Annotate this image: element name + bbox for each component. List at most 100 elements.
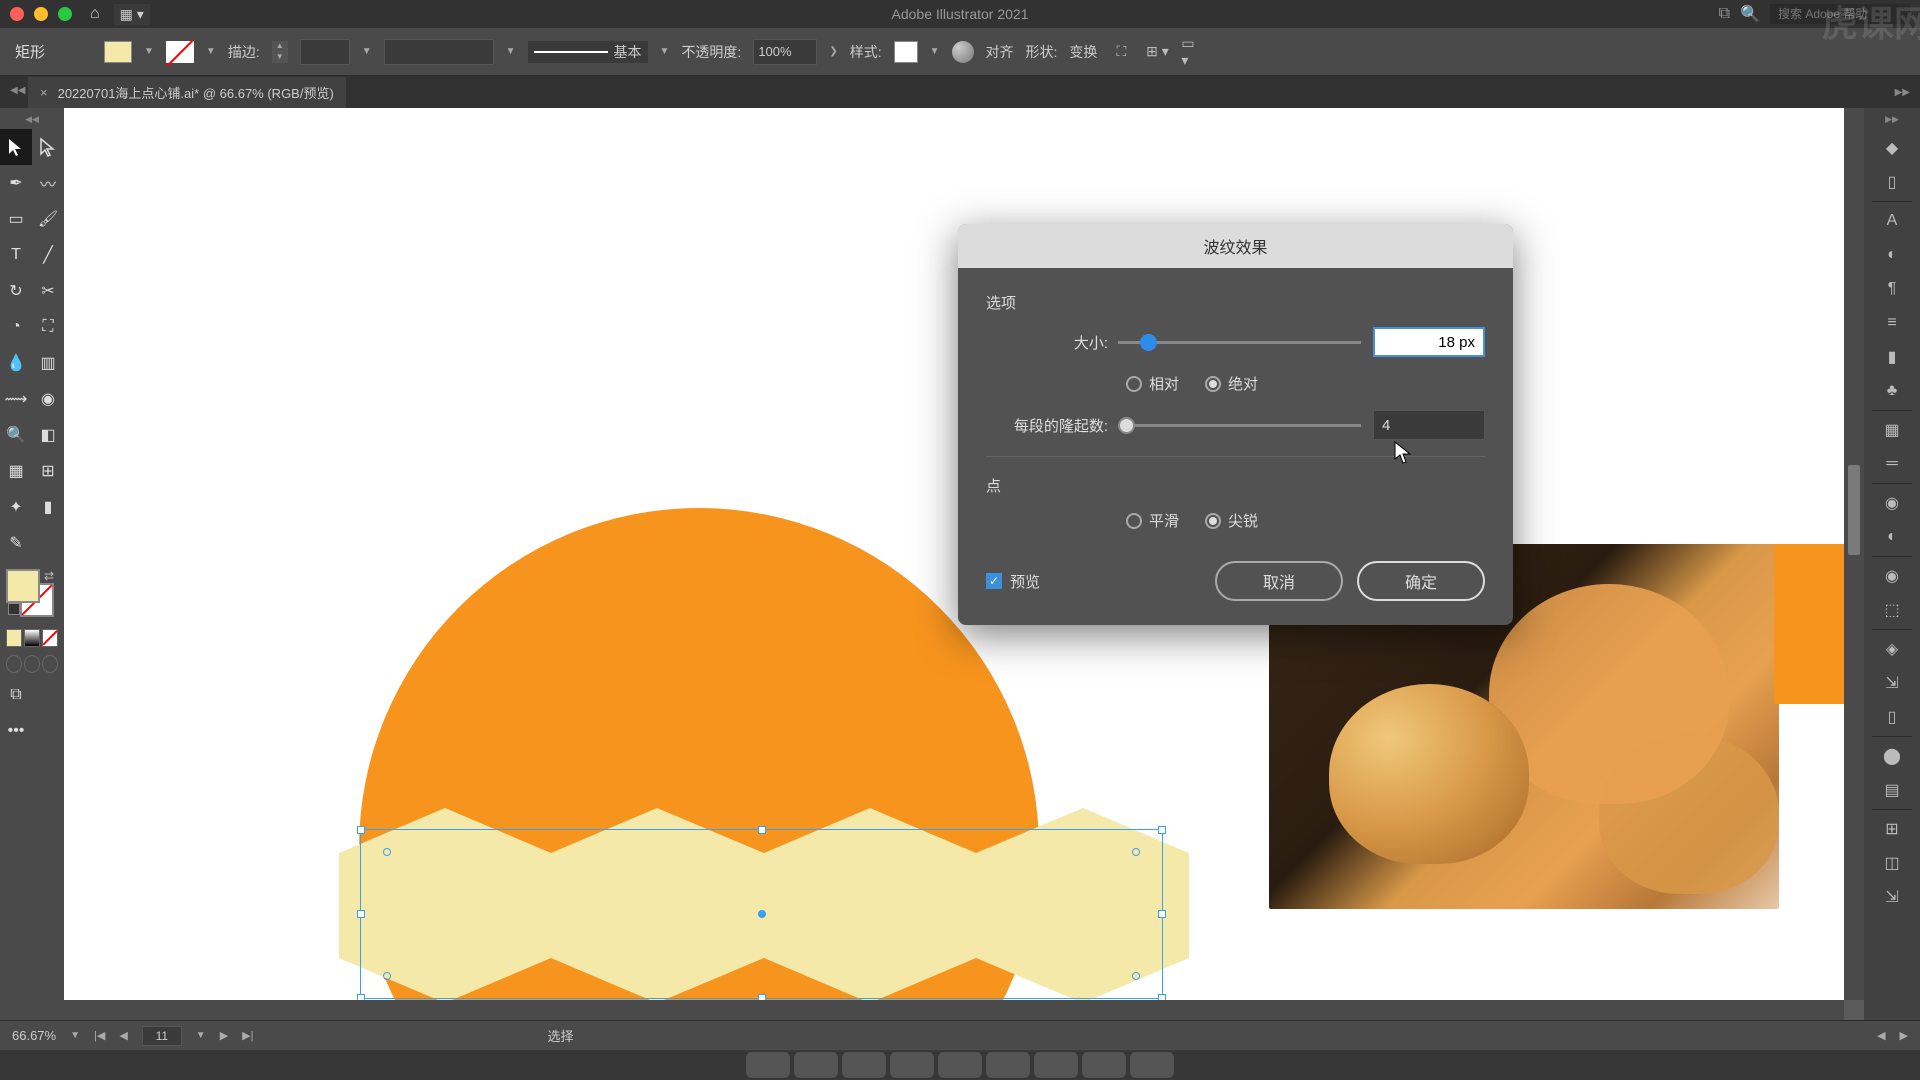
arrange-icon[interactable]: ▭ ▾	[1181, 40, 1205, 64]
selection-handle[interactable]	[357, 910, 365, 918]
type-tool[interactable]: T	[0, 237, 32, 273]
dock-app[interactable]	[1034, 1052, 1078, 1078]
ridges-input[interactable]	[1373, 410, 1485, 440]
corner-widget[interactable]	[1132, 972, 1140, 980]
variable-width-dropdown-icon[interactable]: ▼	[506, 46, 516, 57]
selection-bounding-box[interactable]	[360, 829, 1163, 999]
dock-app[interactable]	[938, 1052, 982, 1078]
draw-inside-icon[interactable]	[42, 655, 58, 673]
prev-artboard-icon[interactable]: ◀	[119, 1029, 127, 1042]
home-button[interactable]: ⌂	[90, 5, 100, 23]
transform-panel-icon[interactable]: ⇲	[1872, 882, 1912, 912]
artboard-dropdown-icon[interactable]: ▼	[196, 1030, 206, 1041]
isolate-icon[interactable]: ⛶	[1109, 40, 1133, 64]
line-segment-tool[interactable]: ╱	[32, 237, 64, 273]
cancel-button[interactable]: 取消	[1215, 561, 1343, 601]
align-to-icon[interactable]: ⊞ ▾	[1145, 40, 1169, 64]
artboard[interactable]	[64, 108, 1844, 1000]
opacity-input[interactable]	[753, 39, 817, 65]
close-window-icon[interactable]	[10, 7, 24, 21]
graphic-styles-panel-icon[interactable]: ⬚	[1872, 595, 1912, 625]
swap-fill-stroke-icon[interactable]: ⇄	[44, 569, 54, 583]
stroke-weight-dropdown-icon[interactable]: ▼	[362, 46, 372, 57]
color-mode-solid[interactable]	[6, 629, 22, 647]
fill-color-swatch[interactable]	[104, 41, 132, 63]
curvature-tool[interactable]: 〰	[32, 165, 64, 201]
variable-width-profile-input[interactable]	[384, 39, 494, 65]
draw-normal-icon[interactable]	[6, 655, 22, 673]
corner-widget[interactable]	[1132, 848, 1140, 856]
selection-handle[interactable]	[1158, 826, 1166, 834]
scrollbar-thumb[interactable]	[1848, 465, 1860, 555]
screen-mode-icon[interactable]: ⧉	[0, 677, 32, 713]
gradient-tool[interactable]: ▥	[32, 345, 64, 381]
pathfinder-panel-icon[interactable]: ◫	[1872, 848, 1912, 878]
dock-app[interactable]	[746, 1052, 790, 1078]
color-mode-gradient[interactable]	[24, 629, 40, 647]
arrange-documents-button[interactable]: ▦ ▾	[114, 4, 150, 25]
rotate-tool[interactable]: ↻	[0, 273, 32, 309]
artboard-number-input[interactable]	[142, 1026, 182, 1046]
swatches-panel-icon[interactable]: ▮	[1872, 342, 1912, 372]
zoom-tool[interactable]: 🔍	[0, 417, 32, 453]
slice-tool[interactable]: ✎	[0, 525, 32, 561]
next-artboard-icon[interactable]: ▶	[220, 1029, 228, 1042]
color-panel-icon[interactable]: ⬤	[1872, 741, 1912, 771]
dock-app[interactable]	[794, 1052, 838, 1078]
dock-app[interactable]	[986, 1052, 1030, 1078]
minimize-window-icon[interactable]	[34, 7, 48, 21]
scissors-tool[interactable]: ✂	[32, 273, 64, 309]
ridges-slider-thumb[interactable]	[1118, 417, 1135, 434]
graphic-style-swatch[interactable]	[894, 41, 918, 63]
close-tab-icon[interactable]: ×	[40, 85, 48, 100]
artboard-tool[interactable]	[32, 525, 64, 561]
transparency-panel-icon[interactable]: ◐	[1872, 522, 1912, 552]
last-artboard-icon[interactable]: ▶|	[242, 1029, 253, 1042]
brush-definition[interactable]: 基本	[528, 41, 648, 63]
vertical-scrollbar[interactable]	[1844, 108, 1864, 1000]
color-guide-panel-icon[interactable]: ▤	[1872, 775, 1912, 805]
stroke-panel-icon[interactable]: ═	[1872, 449, 1912, 479]
stroke-dropdown-icon[interactable]: ▼	[206, 46, 216, 57]
stroke-weight-stepper[interactable]: ▲▼	[272, 41, 288, 63]
dock-app[interactable]	[890, 1052, 934, 1078]
first-artboard-icon[interactable]: |◀	[94, 1029, 105, 1042]
symbol-sprayer-tool[interactable]: ✦	[0, 489, 32, 525]
transform-label[interactable]: 变换	[1069, 42, 1097, 62]
size-input[interactable]	[1373, 327, 1485, 357]
horizontal-scrollbar[interactable]	[64, 1000, 1844, 1020]
stroke-color-swatch[interactable]	[166, 41, 194, 63]
asset-export-panel-icon[interactable]: ⇲	[1872, 668, 1912, 698]
opacity-dropdown-icon[interactable]: ❯	[829, 46, 837, 57]
default-fill-stroke-icon[interactable]	[8, 603, 20, 615]
symbols-panel-icon[interactable]: ▦	[1872, 415, 1912, 445]
ok-button[interactable]: 确定	[1357, 561, 1485, 601]
corner-widget[interactable]	[383, 972, 391, 980]
brush-dropdown-icon[interactable]: ▼	[660, 46, 670, 57]
shape-builder-tool[interactable]: ◔	[0, 309, 32, 345]
zoom-dropdown-icon[interactable]: ▼	[70, 1030, 80, 1041]
libraries-panel-icon[interactable]: ▯	[1872, 167, 1912, 197]
align-label[interactable]: 对齐	[986, 42, 1014, 62]
dock-app[interactable]	[1082, 1052, 1126, 1078]
fill-dropdown-icon[interactable]: ▼	[144, 46, 154, 57]
zoom-level[interactable]: 66.67%	[12, 1028, 56, 1043]
toolbox-handle[interactable]: ◀◀	[0, 114, 64, 125]
brushes-panel-icon[interactable]: ♣	[1872, 376, 1912, 406]
properties-panel-icon[interactable]: ◆	[1872, 133, 1912, 163]
eyedropper-tool[interactable]: 💧	[0, 345, 32, 381]
fill-box[interactable]	[6, 569, 40, 603]
dock-app[interactable]	[842, 1052, 886, 1078]
smooth-radio[interactable]: 平滑	[1126, 510, 1179, 531]
fill-stroke-toggle[interactable]: ⇄	[0, 561, 64, 625]
artboards-panel-icon[interactable]: ▯	[1872, 702, 1912, 732]
tab-strip-handle[interactable]: ◀◀	[10, 85, 24, 99]
pen-tool[interactable]: ✒	[0, 165, 32, 201]
corner-radio[interactable]: 尖锐	[1205, 510, 1258, 531]
column-graph-tool[interactable]: ▮	[32, 489, 64, 525]
align-panel-icon[interactable]: ⊞	[1872, 814, 1912, 844]
style-dropdown-icon[interactable]: ▼	[930, 46, 940, 57]
search-icon[interactable]: 🔍	[1740, 4, 1760, 24]
selection-tool[interactable]	[0, 129, 32, 165]
preview-checkbox[interactable]: ✓ 预览	[986, 571, 1040, 592]
